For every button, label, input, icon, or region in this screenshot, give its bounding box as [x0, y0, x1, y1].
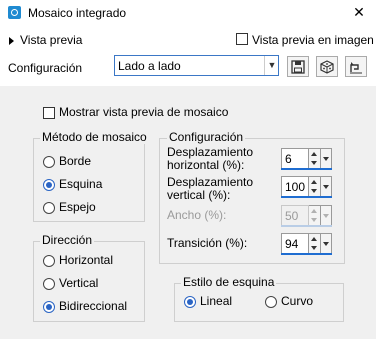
arrow-down-icon[interactable] [311, 189, 317, 193]
close-button[interactable]: ✕ [348, 2, 370, 22]
show-mosaic-preview-label[interactable]: Mostrar vista previa de mosaico [59, 106, 228, 119]
expand-triangle-icon[interactable] [9, 37, 14, 45]
direction-radio-bidireccional[interactable] [43, 301, 55, 313]
h-offset-input[interactable]: 6 [281, 148, 309, 169]
h-offset-stepper[interactable] [309, 148, 321, 169]
reset-icon [350, 62, 362, 74]
v-offset-stepper[interactable] [309, 176, 321, 197]
direction-label-bidireccional[interactable]: Bidireccional [59, 300, 127, 313]
direction-label-horizontal[interactable]: Horizontal [59, 254, 113, 267]
v-offset-label-line2: vertical (%): [167, 188, 231, 202]
preview-in-image-checkbox[interactable] [236, 33, 248, 45]
arrow-up-icon [311, 209, 317, 213]
transition-label: Transición (%): [167, 236, 248, 250]
chevron-down-icon[interactable]: ▼ [264, 56, 279, 75]
config-dropdown-value: Lado a lado [118, 59, 181, 73]
dice-icon [320, 60, 334, 74]
v-offset-slider-toggle[interactable] [321, 176, 332, 197]
save-preset-button[interactable] [287, 56, 309, 77]
h-offset-slider-toggle[interactable] [321, 148, 332, 169]
v-offset-input[interactable]: 100 [281, 176, 309, 197]
h-offset-spinner[interactable]: 6 [281, 148, 333, 170]
arrow-up-icon[interactable] [311, 180, 317, 184]
settings-group-title: Configuración [167, 130, 246, 144]
arrow-down-icon[interactable] [311, 161, 317, 165]
reset-button[interactable] [345, 56, 367, 77]
save-preset-icon [291, 60, 305, 74]
transition-stepper[interactable] [309, 233, 321, 254]
method-radio-espejo[interactable] [43, 202, 55, 214]
arrow-down-icon[interactable] [311, 246, 317, 250]
method-group-title: Método de mosaico [40, 130, 149, 144]
width-spinner: 50 [281, 205, 333, 227]
corner-label-lineal[interactable]: Lineal [200, 295, 232, 308]
direction-group-title: Dirección [40, 233, 95, 247]
show-mosaic-preview-checkbox[interactable] [43, 107, 55, 119]
width-slider-bar [281, 225, 332, 227]
method-label-espejo[interactable]: Espejo [59, 201, 96, 214]
app-icon [8, 6, 21, 19]
corner-radio-curvo[interactable] [265, 296, 277, 308]
direction-radio-vertical[interactable] [43, 278, 55, 290]
width-stepper [309, 205, 321, 226]
transition-spinner[interactable]: 94 [281, 233, 333, 255]
randomize-button[interactable] [316, 56, 338, 77]
transition-input[interactable]: 94 [281, 233, 309, 254]
direction-label-vertical[interactable]: Vertical [59, 277, 98, 290]
v-offset-slider-bar[interactable] [281, 196, 332, 198]
transition-slider-toggle[interactable] [321, 233, 332, 254]
width-slider-toggle [321, 205, 332, 226]
transition-slider-bar[interactable] [281, 253, 332, 255]
method-label-esquina[interactable]: Esquina [59, 178, 102, 191]
direction-radio-horizontal[interactable] [43, 255, 55, 267]
arrow-up-icon[interactable] [311, 152, 317, 156]
method-label-borde[interactable]: Borde [59, 155, 91, 168]
arrow-down-icon [311, 218, 317, 222]
corner-radio-lineal[interactable] [184, 296, 196, 308]
arrow-up-icon[interactable] [311, 237, 317, 241]
corner-label-curvo[interactable]: Curvo [281, 295, 313, 308]
width-input: 50 [281, 205, 309, 226]
v-offset-spinner[interactable]: 100 [281, 176, 333, 198]
method-radio-esquina[interactable] [43, 179, 55, 191]
preview-toggle[interactable]: Vista previa [20, 33, 82, 47]
config-label: Configuración [8, 61, 83, 75]
h-offset-slider-bar[interactable] [281, 168, 332, 170]
window-title: Mosaico integrado [28, 6, 127, 20]
h-offset-label-line2: horizontal (%): [167, 158, 245, 172]
corner-style-group-title: Estilo de esquina [181, 275, 277, 289]
preview-in-image-label[interactable]: Vista previa en imagen [252, 33, 374, 47]
method-radio-borde[interactable] [43, 156, 55, 168]
width-label: Ancho (%): [167, 208, 227, 222]
